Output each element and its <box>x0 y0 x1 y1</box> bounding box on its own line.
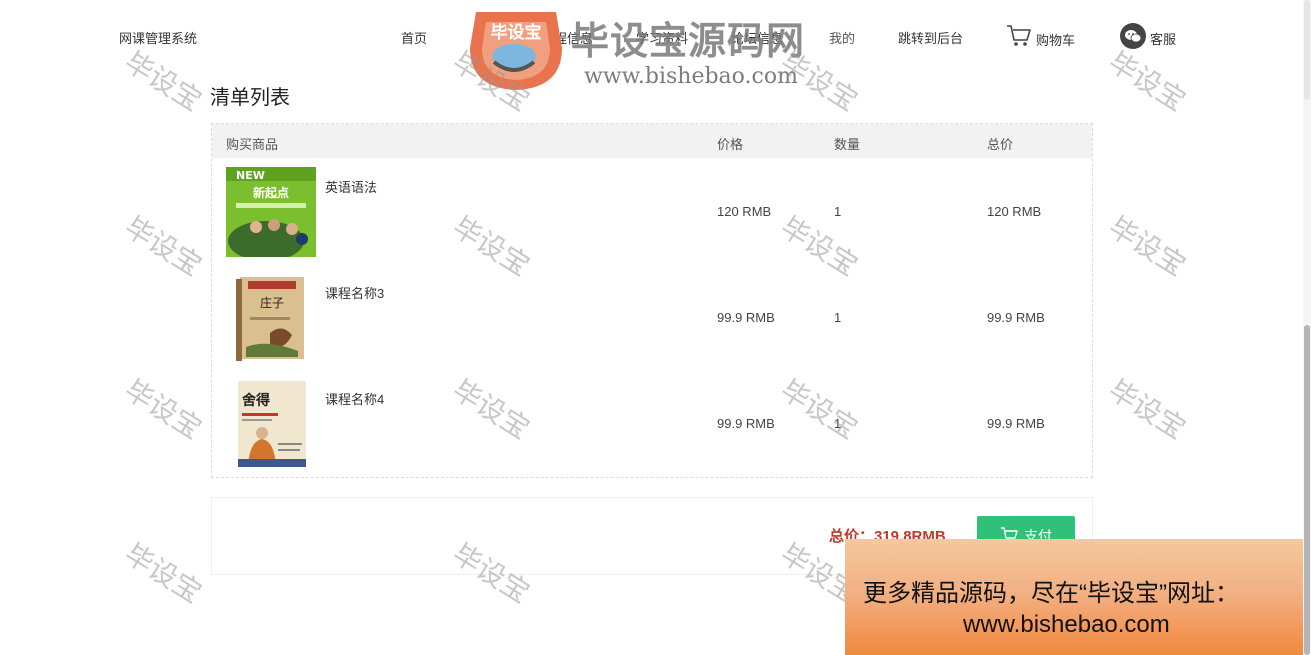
col-qty: 数量 <box>834 137 861 152</box>
row-qty: 1 <box>834 416 842 431</box>
nav-admin[interactable]: 跳转到后台 <box>898 28 963 47</box>
site-brand[interactable]: 网课管理系统 <box>119 28 197 47</box>
promo-banner: 更多精品源码，尽在“毕设宝”网址： www.bishebao.com <box>845 539 1311 655</box>
watermark-text: 毕设宝 <box>1102 210 1192 283</box>
product-name[interactable]: 课程名称4 <box>325 389 384 408</box>
scrollbar-thumb[interactable] <box>1304 325 1310 655</box>
watermark-text: 毕设宝 <box>118 210 208 283</box>
customer-service-link[interactable]: 客服 <box>1120 23 1176 49</box>
row-total: 99.9 RMB <box>987 416 1045 431</box>
row-qty: 1 <box>834 204 842 219</box>
promo-url: www.bishebao.com <box>963 611 1170 638</box>
product-thumbnail[interactable]: 庄子 <box>226 273 316 363</box>
row-total: 120 RMB <box>987 204 1042 219</box>
cover-title: 舍得 <box>241 392 270 409</box>
watermark-text: 毕设宝 <box>118 373 208 446</box>
row-price: 99.9 RMB <box>717 416 775 431</box>
watermark-text: 毕设宝 <box>118 537 208 610</box>
product-thumbnail[interactable]: NEW 新起点 <box>226 167 316 257</box>
col-total: 总价 <box>987 137 1014 152</box>
top-nav-bar: 网课管理系统 首页 咨讯 课程信息 学习资料 论坛信息 我的 跳转到后台 购物车… <box>0 0 1311 72</box>
row-price: 120 RMB <box>717 204 772 219</box>
cart-label: 购物车 <box>1036 33 1076 48</box>
wechat-icon <box>1120 23 1146 49</box>
cover-title: 新起点 <box>253 185 289 200</box>
row-price: 99.9 RMB <box>717 310 775 325</box>
page-scrollbar[interactable] <box>1303 0 1311 655</box>
service-label: 客服 <box>1150 32 1177 47</box>
product-name[interactable]: 英语语法 <box>325 177 377 196</box>
table-header: 购买商品 价格 数量 总价 <box>212 124 1092 158</box>
nav-news[interactable]: 咨讯 <box>471 28 497 47</box>
page-title: 清单列表 <box>210 87 290 109</box>
cart-table: 购买商品 价格 数量 总价 NEW 新起点 英语语法 120 RMB 1 120… <box>211 123 1093 478</box>
table-row: 舍得 课程名称4 99.9 RMB 1 99.9 RMB <box>212 370 1092 476</box>
nav-courses[interactable]: 课程信息 <box>541 28 593 47</box>
cart-link[interactable]: 购物车 <box>1006 24 1075 51</box>
cover-title: 庄子 <box>260 295 284 310</box>
product-thumbnail[interactable]: 舍得 <box>226 379 316 469</box>
row-qty: 1 <box>834 310 842 325</box>
promo-text: 更多精品源码，尽在“毕设宝”网址： <box>863 580 1239 607</box>
table-row: NEW 新起点 英语语法 120 RMB 1 120 RMB <box>212 158 1092 264</box>
svg-text:NEW: NEW <box>236 169 265 182</box>
nav-forum[interactable]: 论坛信息 <box>731 28 783 47</box>
table-row: 庄子 课程名称3 99.9 RMB 1 99.9 RMB <box>212 264 1092 370</box>
cart-icon <box>1006 24 1032 51</box>
col-product: 购买商品 <box>226 137 279 152</box>
col-price: 价格 <box>717 137 744 152</box>
row-total: 99.9 RMB <box>987 310 1045 325</box>
scrollbar-track-highlight <box>1304 0 1310 100</box>
nav-materials[interactable]: 学习资料 <box>636 28 688 47</box>
nav-home[interactable]: 首页 <box>401 28 427 47</box>
nav-mine[interactable]: 我的 <box>829 28 855 47</box>
product-name[interactable]: 课程名称3 <box>325 283 384 302</box>
watermark-text: 毕设宝 <box>1102 373 1192 446</box>
